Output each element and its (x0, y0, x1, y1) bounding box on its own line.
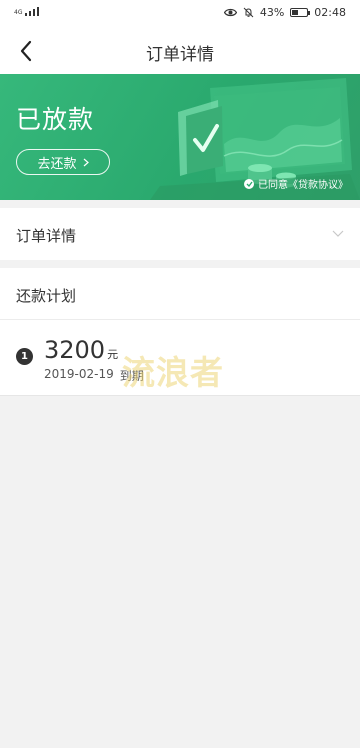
chevron-right-icon (83, 158, 89, 166)
nav-bar: 订单详情 (0, 28, 360, 74)
network-type: 4G (14, 9, 23, 16)
chevron-down-icon (332, 230, 344, 237)
eye-icon (223, 8, 237, 17)
loan-status-banner: 已放款 去还款 已同意《贷款协议》 (0, 74, 360, 200)
installment-number: 1 (16, 348, 33, 365)
battery-percent: 43% (259, 6, 285, 19)
signal-bar (25, 13, 28, 16)
signal-indicator: 4G (14, 7, 40, 16)
agreement-text: 已同意《贷款协议》 (258, 180, 348, 191)
battery-icon (290, 8, 311, 17)
installment-amount: 3200 元 (44, 336, 118, 364)
status-icons: 43% 02:48 (223, 6, 346, 19)
repayment-plan-title: 还款计划 (16, 287, 77, 305)
repay-button-label: 去还款 (37, 156, 77, 172)
page-title: 订单详情 (146, 45, 214, 65)
order-details-label: 订单详情 (16, 227, 77, 245)
repay-button[interactable]: 去还款 (16, 149, 110, 175)
signal-bar (33, 9, 36, 16)
due-date-value: 2019-02-19 (44, 367, 114, 381)
loan-status-title: 已放款 (16, 105, 95, 134)
clock: 02:48 (314, 6, 346, 19)
status-bar: 4G 43% 02:48 (0, 0, 360, 28)
order-details-toggle[interactable]: 订单详情 (0, 208, 360, 260)
amount-unit: 元 (107, 348, 119, 361)
signal-bar (37, 7, 40, 16)
battery-fill (292, 10, 299, 15)
repayment-plan-header: 还款计划 (0, 268, 360, 320)
signal-bar (29, 11, 32, 16)
watermark: 流浪者 (122, 353, 224, 392)
mute-icon (243, 7, 254, 18)
amount-value: 3200 (44, 336, 106, 364)
check-circle-icon (244, 178, 254, 189)
loan-agreement-link[interactable]: 已同意《贷款协议》 (244, 176, 348, 191)
